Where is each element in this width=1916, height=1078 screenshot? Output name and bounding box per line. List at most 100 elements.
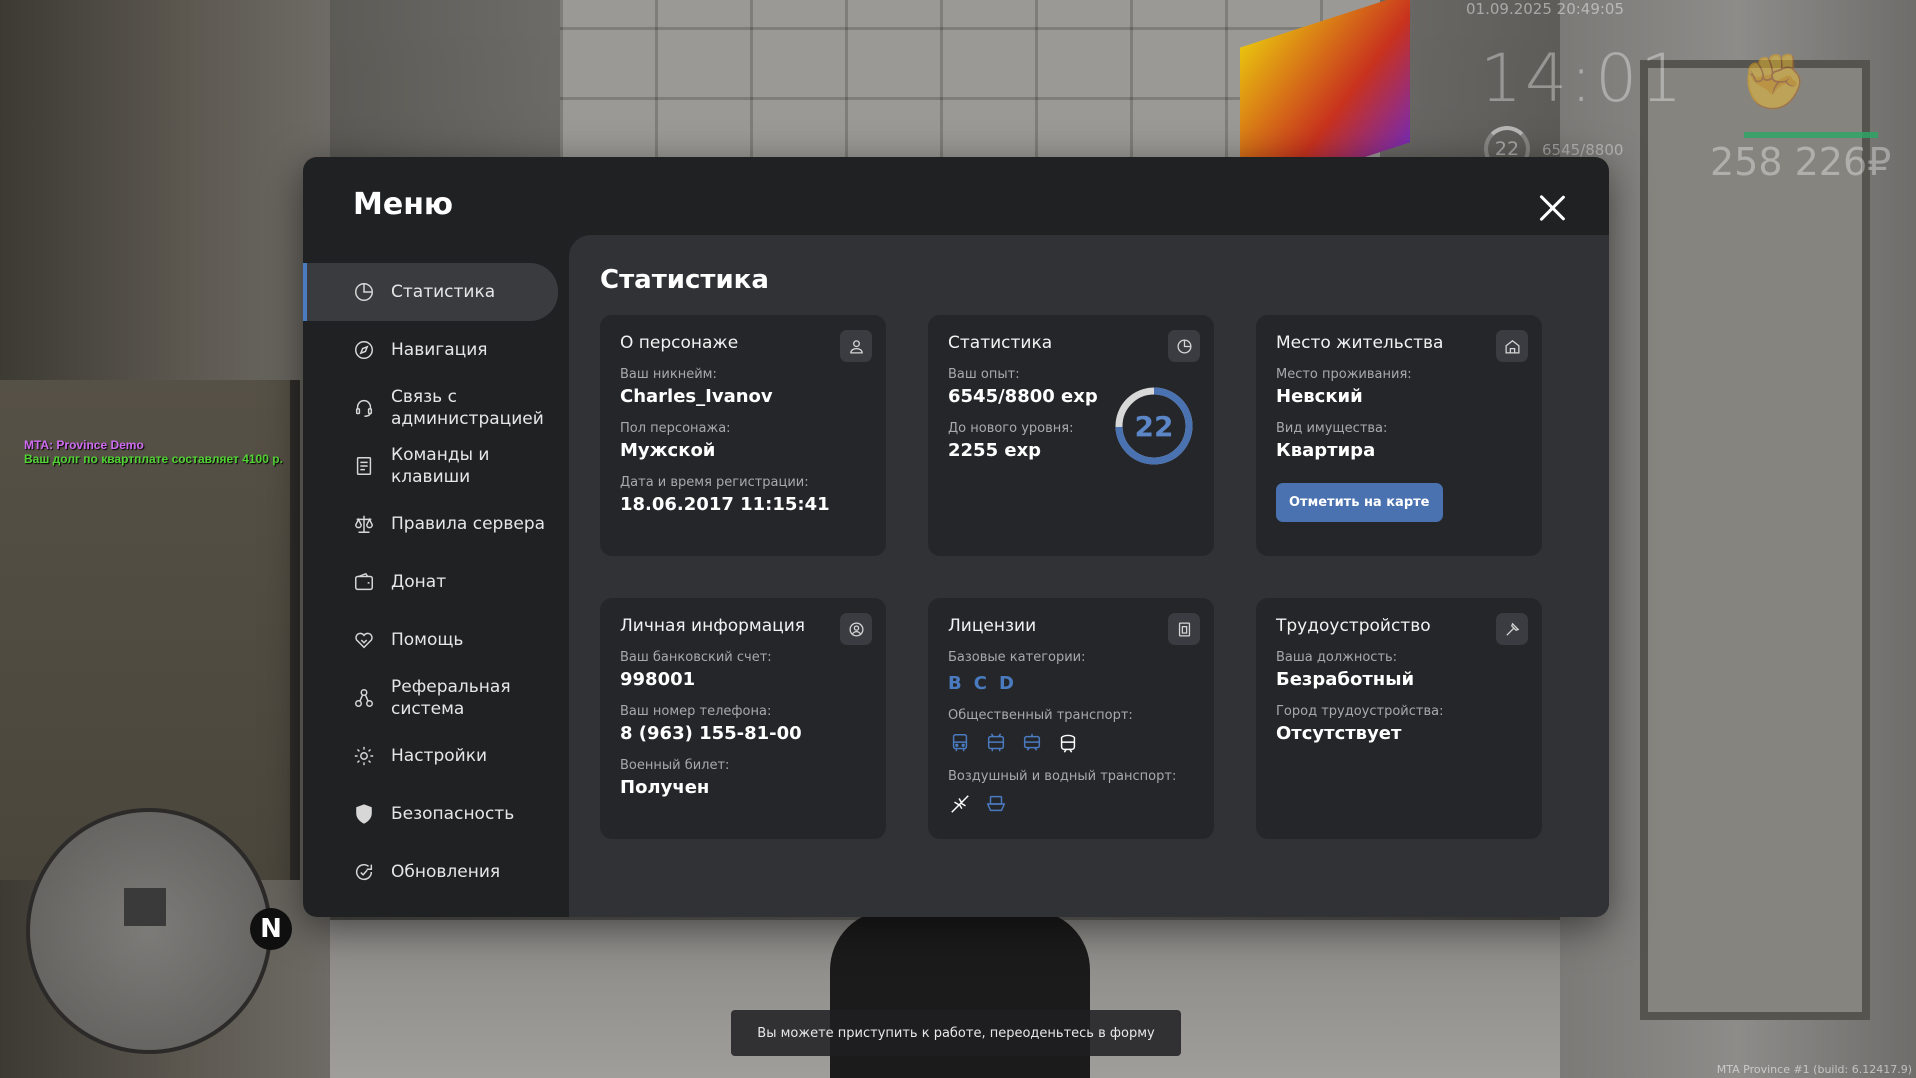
metro-icon [1056,731,1080,755]
scales-icon [353,513,375,535]
trolleybus-icon [984,731,1008,755]
card-title: О персонаже [620,333,739,353]
sidebar-item-rules[interactable]: Правила сервера [303,495,568,553]
residence-value: Невский [1276,386,1363,407]
sidebar-item-label: Безопасность [391,804,515,824]
field-label: Город трудоустройства: [1276,704,1444,719]
card-title: Статистика [948,333,1053,353]
license-category: B [948,673,962,694]
sidebar-item-referral[interactable]: Реферальная система [303,669,568,727]
sidebar-item-label: Донат [391,572,447,592]
content-panel: Статистика О персонаже Ваш никнейм: Char… [569,235,1609,917]
phone-value: 8 (963) 155-81-00 [620,723,802,744]
license-category: D [998,673,1014,694]
hud-clock: 14:01 [1480,40,1686,117]
card-residence: Место жительства Место проживания: Невск… [1256,315,1542,556]
sidebar: Статистика Навигация Связь с администрац… [303,263,568,901]
fist-icon: ✊ [1740,50,1808,113]
card-personal-info: Личная информация Ваш банковский счет: 9… [600,598,886,839]
sidebar-item-label: Правила сервера [391,514,546,534]
mark-on-map-button[interactable]: Отметить на карте [1276,483,1443,522]
field-label: Ваш номер телефона: [620,704,772,719]
field-label: Общественный транспорт: [948,708,1133,723]
field-label: Воздушный и водный транспорт: [948,769,1177,784]
sidebar-item-label: Навигация [391,340,488,360]
wallet-icon [353,571,375,593]
sidebar-item-updates[interactable]: Обновления [303,843,568,901]
military-id-value: Получен [620,777,710,798]
sidebar-item-label: Реферальная система [391,677,511,719]
sidebar-item-label: Помощь [391,630,464,650]
chat-box: MTA: Province Demo Ваш долг по квартплат… [24,438,283,466]
sidebar-item-statistics[interactable]: Статистика [303,263,558,321]
sidebar-item-label: Обновления [391,862,501,882]
gender-value: Мужской [620,440,716,461]
license-categories: B C D [948,673,1194,694]
document-icon [353,455,375,477]
sidebar-item-donate[interactable]: Донат [303,553,568,611]
nickname-value: Charles_Ivanov [620,386,773,407]
referral-icon [353,687,375,709]
field-label: Дата и время регистрации: [620,475,809,490]
menu-window: Меню Статистика Навигация Связь с админи… [303,157,1609,917]
hammer-icon [1496,613,1528,645]
job-city-value: Отсутствует [1276,723,1402,744]
refresh-icon [353,861,375,883]
boat-icon [984,792,1008,816]
field-label: Базовые категории: [948,650,1086,665]
sidebar-item-security[interactable]: Безопасность [303,785,568,843]
air-water-transport-icons [948,792,1194,816]
handshake-icon [353,629,375,651]
card-title: Место жительства [1276,333,1444,353]
tram-icon [1020,731,1044,755]
field-label: Ваш банковский счет: [620,650,772,665]
card-employment: Трудоустройство Ваша должность: Безработ… [1256,598,1542,839]
minimap-north-icon: N [250,908,292,950]
gear-icon [353,745,375,767]
sidebar-item-settings[interactable]: Настройки [303,727,568,785]
property-type-value: Квартира [1276,440,1376,461]
headset-icon [353,397,375,419]
license-category: C [973,673,987,694]
hud-datetime: 01.09.2025 20:49:05 [1466,0,1625,18]
sidebar-item-label: Связь с администрацией [391,387,544,429]
compass-icon [353,339,375,361]
card-title: Лицензии [948,616,1037,636]
field-label: Ваша должность: [1276,650,1398,665]
minimap-vehicle-icon [124,888,166,926]
field-label: Место проживания: [1276,367,1412,382]
sidebar-item-label: Статистика [391,282,496,302]
field-label: Пол персонажа: [620,421,731,436]
sidebar-item-navigation[interactable]: Навигация [303,321,568,379]
card-title: Личная информация [620,616,806,636]
level-value: 22 [1134,409,1174,443]
registration-value: 18.06.2017 11:15:41 [620,494,830,515]
menu-title: Меню [353,187,454,222]
notification-bar: Вы можете приступить к работе, переодень… [731,1010,1181,1056]
field-label: Ваш никнейм: [620,367,717,382]
statistics-icon [353,281,375,303]
field-label: Вид имущества: [1276,421,1388,436]
user-circle-icon [840,613,872,645]
chat-line: MTA: Province Demo [24,438,144,452]
sidebar-item-commands[interactable]: Команды и клавиши [303,437,568,495]
sidebar-item-help[interactable]: Помощь [303,611,568,669]
license-icon [1168,613,1200,645]
card-character: О персонаже Ваш никнейм: Charles_Ivanov … [600,315,886,556]
public-transport-icons [948,731,1194,755]
field-label: Военный билет: [620,758,730,773]
sidebar-item-admin-contact[interactable]: Связь с администрацией [303,379,568,437]
home-icon [1496,330,1528,362]
airplane-icon [948,792,972,816]
bank-account-value: 998001 [620,669,696,690]
close-button[interactable] [1537,193,1567,223]
hud-health-bar [1744,132,1878,138]
chat-line: Ваш долг по квартплате составляет 4100 р… [24,452,283,466]
shield-icon [353,803,375,825]
card-statistics: Статистика Ваш опыт: 6545/8800 exp До но… [928,315,1214,556]
scene-right-door [1640,60,1870,1020]
job-position-value: Безработный [1276,669,1415,690]
sidebar-item-label: Команды и клавиши [391,445,490,487]
sidebar-item-label: Настройки [391,746,488,766]
statistics-icon [1168,330,1200,362]
